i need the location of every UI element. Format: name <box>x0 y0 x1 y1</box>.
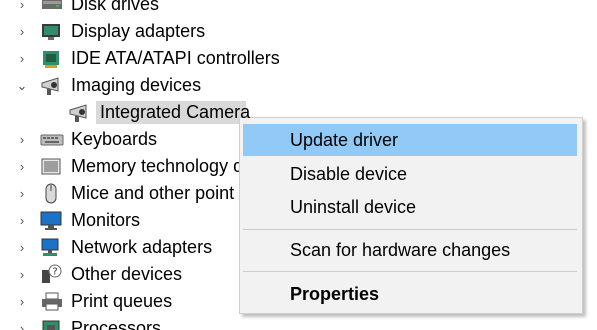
chevron-right-icon[interactable]: › <box>14 180 30 207</box>
tree-item-label: Mice and other point <box>71 183 235 203</box>
menu-separator <box>243 229 577 230</box>
printer-icon <box>40 291 64 312</box>
keyboard-icon <box>40 129 64 150</box>
tree-item-disk-drives[interactable]: › Disk drives <box>0 0 597 18</box>
menu-item-update-driver[interactable]: Update driver <box>243 124 577 156</box>
tree-item-label: Imaging devices <box>71 75 202 95</box>
chevron-down-icon[interactable]: ⌄ <box>14 72 30 99</box>
chevron-right-icon[interactable]: › <box>14 153 30 180</box>
tree-item-label: Other devices <box>71 264 183 284</box>
other-devices-icon: ? <box>40 264 64 285</box>
ide-controller-icon <box>40 48 64 69</box>
tree-item-label: Network adapters <box>71 237 213 257</box>
disk-drive-icon <box>40 0 64 15</box>
chevron-right-icon[interactable]: › <box>14 315 30 330</box>
tree-item-imaging-devices[interactable]: ⌄ Imaging devices <box>0 72 597 99</box>
tree-item-label: Disk drives <box>71 0 160 14</box>
tree-item-label: IDE ATA/ATAPI controllers <box>71 48 280 68</box>
tree-item-label: Monitors <box>71 210 141 230</box>
tree-item-label: Display adapters <box>71 21 206 41</box>
camera-icon <box>68 102 92 123</box>
tree-item-label: Print queues <box>71 291 173 311</box>
mouse-icon <box>40 183 64 204</box>
chevron-right-icon[interactable]: › <box>14 45 30 72</box>
display-adapter-icon <box>40 21 64 42</box>
menu-separator <box>243 271 577 272</box>
chevron-right-icon[interactable]: › <box>14 234 30 261</box>
device-manager-window: › Disk drives › Display adapters › IDE A… <box>0 0 597 330</box>
monitor-icon <box>40 210 64 231</box>
processor-icon <box>40 318 64 330</box>
network-icon <box>40 237 64 258</box>
menu-item-uninstall-device[interactable]: Uninstall device <box>243 191 577 223</box>
tree-item-processors[interactable]: › Processors <box>0 315 597 330</box>
chevron-right-icon[interactable]: › <box>14 0 30 18</box>
menu-item-disable-device[interactable]: Disable device <box>243 158 577 190</box>
menu-item-properties[interactable]: Properties <box>243 278 577 310</box>
tree-item-label: Processors <box>71 318 162 330</box>
memory-icon <box>40 156 64 177</box>
chevron-right-icon[interactable]: › <box>14 261 30 288</box>
tree-item-label: Memory technology d <box>71 156 244 176</box>
chevron-right-icon[interactable]: › <box>14 288 30 315</box>
svg-text:?: ? <box>52 267 57 278</box>
camera-icon <box>40 75 64 96</box>
chevron-right-icon[interactable]: › <box>14 18 30 45</box>
chevron-right-icon[interactable]: › <box>14 126 30 153</box>
tree-item-display-adapters[interactable]: › Display adapters <box>0 18 597 45</box>
tree-item-label: Integrated Camera <box>100 102 251 122</box>
menu-item-scan-hardware[interactable]: Scan for hardware changes <box>243 234 577 266</box>
chevron-right-icon[interactable]: › <box>14 207 30 234</box>
tree-item-ide-controllers[interactable]: › IDE ATA/ATAPI controllers <box>0 45 597 72</box>
tree-item-label: Keyboards <box>71 129 158 149</box>
context-menu: Update driver Disable device Uninstall d… <box>239 117 583 314</box>
